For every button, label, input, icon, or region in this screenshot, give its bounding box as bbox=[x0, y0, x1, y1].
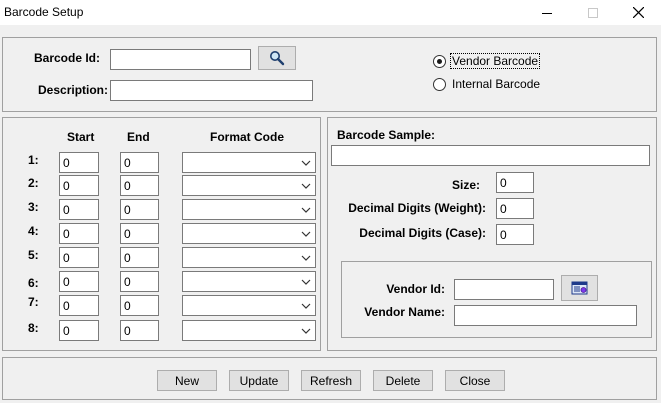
format-code-select[interactable] bbox=[182, 223, 316, 244]
vendor-id-input[interactable] bbox=[454, 279, 554, 300]
title-bar: Barcode Setup bbox=[0, 0, 661, 25]
format-code-select[interactable] bbox=[182, 152, 316, 173]
size-label: Size: bbox=[451, 178, 480, 192]
window-title: Barcode Setup bbox=[4, 5, 84, 19]
vendor-lookup-button[interactable] bbox=[561, 275, 598, 301]
new-button[interactable]: New bbox=[157, 370, 217, 391]
end-input[interactable]: 0 bbox=[120, 223, 159, 244]
row-number-label: 3: bbox=[28, 200, 39, 214]
chevron-down-icon bbox=[301, 328, 311, 334]
description-input[interactable] bbox=[110, 80, 313, 101]
chevron-down-icon bbox=[301, 303, 311, 309]
start-input[interactable]: 0 bbox=[59, 247, 99, 268]
internal-barcode-radio[interactable]: Internal Barcode bbox=[433, 77, 541, 91]
vendor-lookup-icon bbox=[571, 281, 587, 295]
search-button[interactable] bbox=[258, 46, 296, 70]
end-input[interactable]: 0 bbox=[120, 199, 159, 220]
format-code-select[interactable] bbox=[182, 175, 316, 196]
update-button[interactable]: Update bbox=[229, 370, 289, 391]
chevron-down-icon bbox=[301, 279, 311, 285]
format-code-select[interactable] bbox=[182, 199, 316, 220]
vendor-name-input[interactable] bbox=[454, 305, 637, 326]
internal-barcode-label: Internal Barcode bbox=[452, 77, 541, 91]
maximize-button[interactable] bbox=[570, 0, 616, 25]
vendor-id-label: Vendor Id: bbox=[386, 282, 445, 296]
row-number-label: 4: bbox=[28, 224, 39, 238]
minimize-button[interactable] bbox=[524, 0, 570, 25]
end-input[interactable]: 0 bbox=[120, 320, 159, 341]
close-window-button[interactable] bbox=[615, 0, 661, 25]
start-input[interactable]: 0 bbox=[59, 295, 99, 316]
start-input[interactable]: 0 bbox=[59, 199, 99, 220]
row-number-label: 1: bbox=[28, 153, 39, 167]
minimize-icon bbox=[542, 12, 552, 14]
end-input[interactable]: 0 bbox=[120, 295, 159, 316]
format-code-select[interactable] bbox=[182, 320, 316, 341]
refresh-button[interactable]: Refresh bbox=[301, 370, 361, 391]
row-number-label: 6: bbox=[28, 276, 39, 290]
chevron-down-icon bbox=[301, 255, 311, 261]
format-code-select[interactable] bbox=[182, 247, 316, 268]
decimal-weight-input[interactable]: 0 bbox=[496, 198, 534, 219]
decimal-weight-label: Decimal Digits (Weight): bbox=[348, 201, 486, 215]
chevron-down-icon bbox=[301, 160, 311, 166]
start-input[interactable]: 0 bbox=[59, 175, 99, 196]
close-button[interactable]: Close bbox=[445, 370, 505, 391]
end-input[interactable]: 0 bbox=[120, 271, 159, 292]
close-icon bbox=[632, 7, 644, 18]
size-input[interactable]: 0 bbox=[496, 172, 534, 193]
start-input[interactable]: 0 bbox=[59, 271, 99, 292]
barcode-sample-label: Barcode Sample: bbox=[337, 128, 436, 142]
start-column-header: Start bbox=[67, 130, 95, 144]
barcode-id-label: Barcode Id: bbox=[34, 51, 101, 65]
description-label: Description: bbox=[38, 83, 109, 97]
decimal-case-label: Decimal Digits (Case): bbox=[359, 226, 486, 240]
vendor-name-label: Vendor Name: bbox=[364, 305, 445, 319]
radio-unchecked-icon bbox=[433, 77, 446, 91]
barcode-sample-input[interactable] bbox=[331, 145, 650, 166]
end-input[interactable]: 0 bbox=[120, 247, 159, 268]
barcode-header-panel bbox=[2, 37, 657, 112]
vendor-barcode-radio[interactable]: Vendor Barcode bbox=[433, 53, 541, 69]
format-code-select[interactable] bbox=[182, 271, 316, 292]
decimal-case-input[interactable]: 0 bbox=[496, 224, 534, 245]
format-code-column-header: Format Code bbox=[210, 130, 285, 144]
start-input[interactable]: 0 bbox=[59, 320, 99, 341]
end-column-header: End bbox=[127, 130, 150, 144]
radio-checked-icon bbox=[433, 54, 446, 68]
row-number-label: 8: bbox=[28, 321, 39, 335]
delete-button[interactable]: Delete bbox=[373, 370, 433, 391]
maximize-icon bbox=[588, 7, 598, 18]
start-input[interactable]: 0 bbox=[59, 152, 99, 173]
row-number-label: 2: bbox=[28, 176, 39, 190]
vendor-barcode-label: Vendor Barcode bbox=[449, 53, 541, 69]
format-code-select[interactable] bbox=[182, 295, 316, 316]
barcode-id-input[interactable] bbox=[110, 49, 251, 70]
start-input[interactable]: 0 bbox=[59, 223, 99, 244]
end-input[interactable]: 0 bbox=[120, 175, 159, 196]
chevron-down-icon bbox=[301, 231, 311, 237]
chevron-down-icon bbox=[301, 207, 311, 213]
search-icon bbox=[270, 51, 285, 66]
row-number-label: 5: bbox=[28, 248, 39, 262]
chevron-down-icon bbox=[301, 183, 311, 189]
end-input[interactable]: 0 bbox=[120, 152, 159, 173]
row-number-label: 7: bbox=[28, 295, 39, 309]
